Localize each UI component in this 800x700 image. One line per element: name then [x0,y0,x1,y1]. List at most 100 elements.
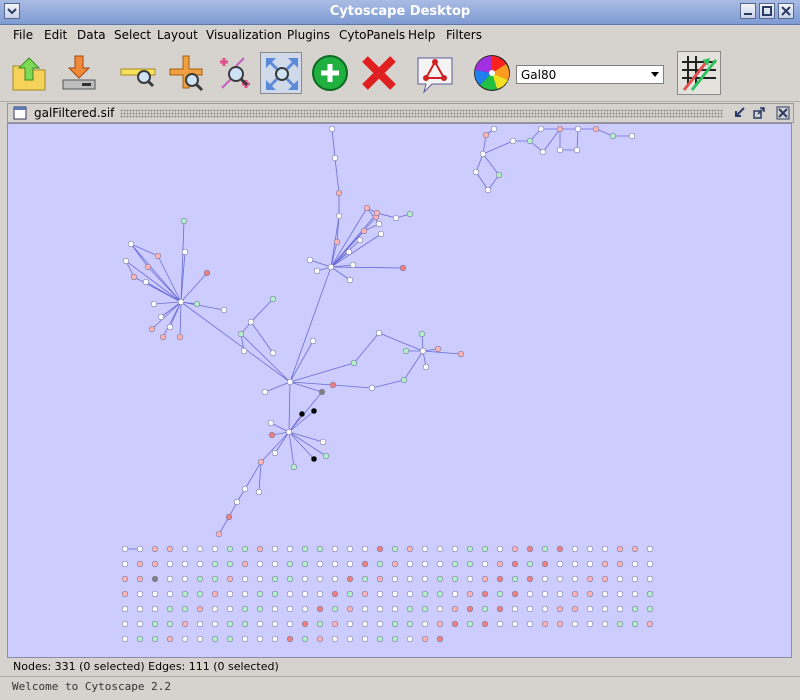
menu-layout[interactable]: Layout [157,28,198,42]
network-node[interactable] [271,575,279,583]
network-node[interactable] [361,545,369,553]
network-node[interactable] [586,575,594,583]
network-node[interactable] [331,635,339,643]
network-node[interactable] [286,545,294,553]
network-node[interactable] [376,560,384,568]
network-node[interactable] [451,620,459,628]
network-node[interactable] [121,635,129,643]
network-node[interactable] [631,545,639,553]
network-node[interactable] [451,605,459,613]
network-node[interactable] [646,605,654,613]
network-node[interactable] [511,545,519,553]
network-node[interactable] [346,635,354,643]
network-node[interactable] [310,455,318,463]
network-node[interactable] [586,590,594,598]
network-node[interactable] [346,276,354,284]
network-node[interactable] [421,575,429,583]
network-node[interactable] [166,323,174,331]
network-node[interactable] [539,148,547,156]
network-node[interactable] [196,560,204,568]
network-node[interactable] [166,590,174,598]
network-edge[interactable] [153,301,182,305]
network-node[interactable] [436,605,444,613]
network-edge[interactable] [258,461,262,493]
network-node[interactable] [466,590,474,598]
network-node[interactable] [150,300,158,308]
network-node[interactable] [329,381,337,389]
network-node[interactable] [361,635,369,643]
network-node[interactable] [391,545,399,553]
network-node[interactable] [349,261,357,269]
network-node[interactable] [391,635,399,643]
network-node[interactable] [196,605,204,613]
menu-filters[interactable]: Filters [446,28,482,42]
network-graph[interactable] [8,124,792,658]
network-node[interactable] [631,590,639,598]
network-node[interactable] [241,635,249,643]
save-session-button[interactable] [58,52,100,94]
network-node[interactable] [255,488,263,496]
network-node[interactable] [211,605,219,613]
network-node[interactable] [211,620,219,628]
network-node[interactable] [346,560,354,568]
network-node[interactable] [556,620,564,628]
network-node[interactable] [136,575,144,583]
network-node[interactable] [466,575,474,583]
network-edge[interactable] [378,332,424,352]
network-node[interactable] [127,240,135,248]
network-node[interactable] [496,590,504,598]
network-node[interactable] [496,560,504,568]
network-node[interactable] [646,620,654,628]
network-node[interactable] [646,575,654,583]
network-node[interactable] [422,363,430,371]
network-node[interactable] [316,575,324,583]
network-node[interactable] [375,329,383,337]
network-node[interactable] [571,605,579,613]
network-edge[interactable] [330,266,404,269]
network-node[interactable] [286,560,294,568]
network-node[interactable] [327,263,335,271]
network-node[interactable] [571,560,579,568]
zoom-selected-button[interactable] [214,52,256,94]
network-node[interactable] [363,204,371,212]
network-node[interactable] [256,590,264,598]
network-node[interactable] [376,620,384,628]
network-edge[interactable] [130,243,182,303]
network-node[interactable] [451,575,459,583]
network-node[interactable] [286,575,294,583]
network-node[interactable] [511,560,519,568]
network-node[interactable] [436,635,444,643]
zoom-in-button[interactable] [166,52,208,94]
network-node[interactable] [290,463,298,471]
network-node[interactable] [136,590,144,598]
network-node[interactable] [376,590,384,598]
fit-content-button[interactable] [260,52,302,94]
network-node[interactable] [526,590,534,598]
network-node[interactable] [511,590,519,598]
network-node[interactable] [286,378,294,386]
network-node[interactable] [316,560,324,568]
network-node[interactable] [541,605,549,613]
network-node[interactable] [166,605,174,613]
network-canvas[interactable] [7,123,792,658]
network-node[interactable] [436,620,444,628]
network-edge[interactable] [576,128,579,151]
network-node[interactable] [541,560,549,568]
network-node[interactable] [316,545,324,553]
vizmapper-button[interactable] [471,52,513,94]
network-node[interactable] [166,545,174,553]
network-node[interactable] [472,168,480,176]
network-node[interactable] [241,575,249,583]
network-node[interactable] [226,620,234,628]
network-node[interactable] [286,605,294,613]
network-node[interactable] [122,257,130,265]
network-node[interactable] [211,635,219,643]
network-node[interactable] [256,560,264,568]
network-node[interactable] [226,605,234,613]
network-node[interactable] [616,590,624,598]
network-node[interactable] [211,545,219,553]
network-edge[interactable] [475,171,489,191]
network-node[interactable] [298,410,306,418]
iconify-icon[interactable] [732,106,746,120]
network-node[interactable] [526,575,534,583]
